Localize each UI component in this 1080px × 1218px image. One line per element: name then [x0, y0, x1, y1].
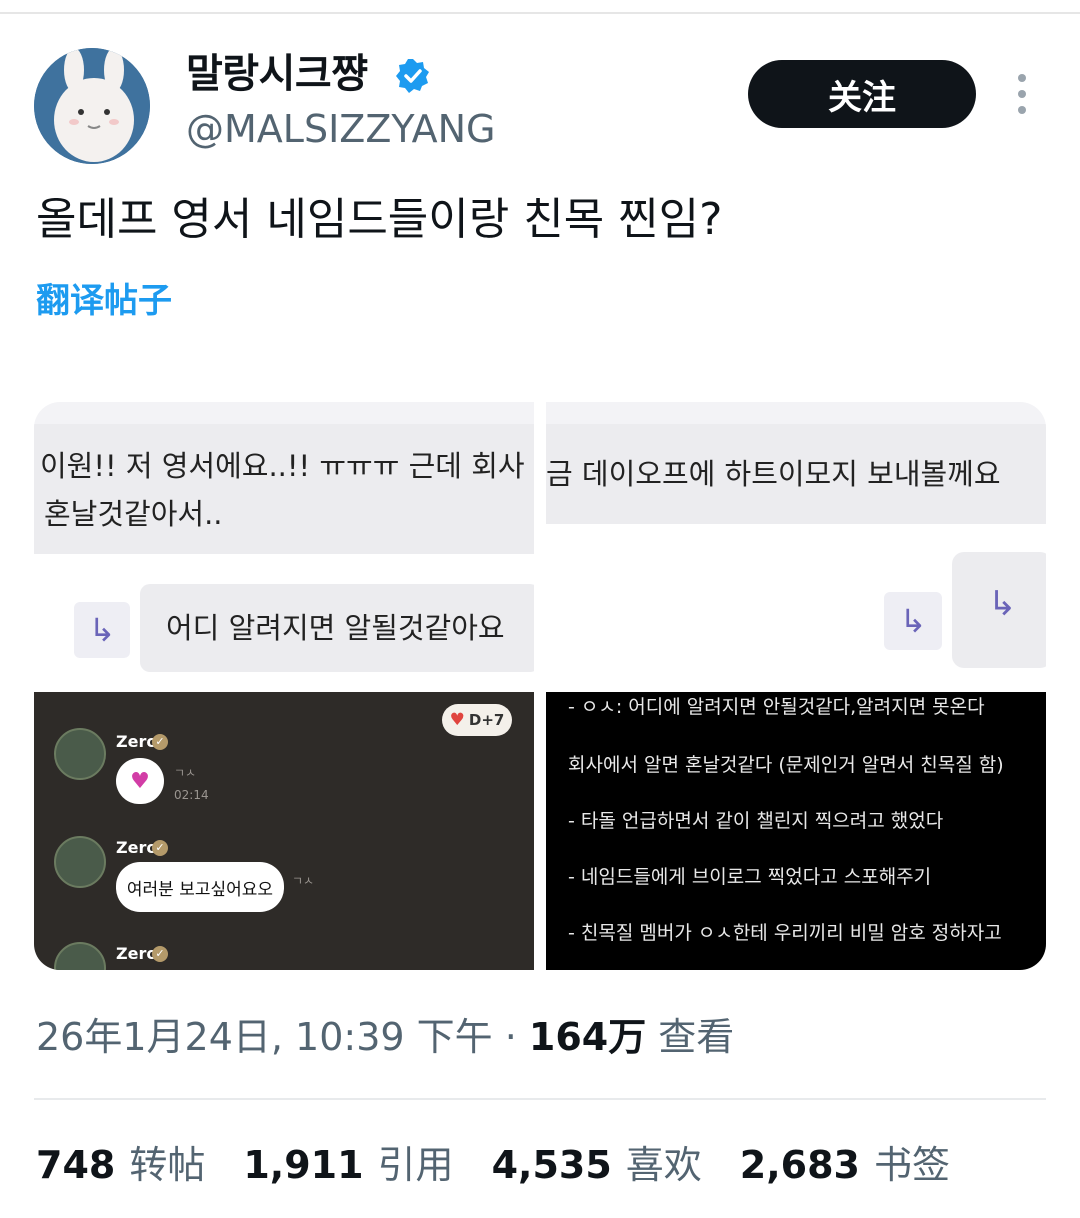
stat-likes[interactable]: 4,535 喜欢 — [492, 1140, 702, 1190]
media-image-1[interactable]: 이원!! 저 영서에요..!! ㅠㅠㅠ 근데 회사 혼날것같아서.. ↳ 어디 … — [34, 402, 534, 680]
stat-quotes[interactable]: 1,911 引用 — [243, 1140, 453, 1190]
chat-text: 이원!! 저 영서에요..!! ㅠㅠㅠ 근데 회사 — [40, 449, 525, 483]
author-avatar[interactable] — [34, 48, 150, 164]
sender-badge-icon: ✓ — [152, 840, 168, 856]
stat-label: 引用 — [377, 1143, 454, 1187]
media-image-2[interactable]: 금 데이오프에 하트이모지 보내볼께요 ↳ ↳ — [546, 402, 1046, 680]
heart-icon: ♥ — [449, 710, 465, 730]
views-count: 164万 — [528, 1015, 647, 1059]
sender-badge-icon: ✓ — [152, 734, 168, 750]
note-line: - 네임드들에게 브이로그 찍었다고 스포해주기 — [568, 866, 932, 888]
sender-avatar — [54, 728, 106, 780]
reply-bubble: 어디 알려지면 알될것같아요 — [140, 584, 534, 672]
purple-heart-icon: ♥ — [130, 768, 150, 794]
stat-number: 4,535 — [491, 1143, 612, 1187]
reply-arrow-icon: ↳ — [74, 602, 130, 658]
read-indicator: ㄱㅅ — [174, 766, 197, 780]
sender-badge-icon: ✓ — [152, 946, 168, 962]
stat-label: 书签 — [873, 1143, 950, 1187]
views-label: 查看 — [646, 1015, 735, 1059]
message-time: 02:14 — [174, 788, 209, 802]
author-handle[interactable]: @MALSIZZYANG — [186, 106, 495, 152]
author-name[interactable]: 말랑시크쨩 — [186, 50, 368, 98]
stat-label: 喜欢 — [625, 1143, 702, 1187]
message-bubble: ♥ — [116, 758, 164, 804]
chat-bubble: 이원!! 저 영서에요..!! ㅠㅠㅠ 근데 회사 혼날것같아서.. — [34, 424, 534, 554]
follow-button[interactable]: 关注 — [748, 60, 976, 128]
read-indicator: ㄱㅅ — [292, 874, 315, 888]
stats-divider — [34, 1098, 1046, 1100]
more-options-icon[interactable] — [1010, 74, 1034, 114]
sender-avatar — [54, 942, 106, 970]
stat-number: 748 — [36, 1143, 116, 1187]
engagement-stats: 748 转帖 1,911 引用 4,535 喜欢 2,683 书签 — [36, 1140, 988, 1190]
media-grid: 이원!! 저 영서에요..!! ㅠㅠㅠ 근데 회사 혼날것같아서.. ↳ 어디 … — [34, 402, 1046, 970]
d-day-badge: ♥ D+7 — [442, 704, 512, 736]
reply-text: 어디 알려지면 알될것같아요 — [166, 611, 505, 645]
translate-post-link[interactable]: 翻译帖子 — [36, 278, 172, 324]
sender-avatar — [54, 836, 106, 888]
media-image-4[interactable]: - ㅇㅅ: 어디에 알려지면 안될것같다,알려지면 못온다 회사에서 알면 혼날… — [546, 692, 1046, 970]
verified-badge-icon — [396, 59, 429, 93]
post-datetime[interactable]: 26年1月24日, 10:39 下午 — [36, 1015, 493, 1059]
stat-label: 转帖 — [129, 1143, 206, 1187]
stat-reposts[interactable]: 748 转帖 — [36, 1140, 205, 1190]
chat-text: 금 데이오프에 하트이모지 보내볼께요 — [546, 457, 1001, 491]
tweet-text: 올데프 영서 네임드들이랑 친목 찐임? — [36, 194, 723, 245]
top-divider — [0, 12, 1080, 14]
chat-bubble: 금 데이오프에 하트이모지 보내볼께요 — [546, 424, 1046, 524]
chat-text: 혼날것같아서.. — [44, 497, 223, 531]
meta-separator: · — [492, 1015, 529, 1059]
post-meta: 26年1月24日, 10:39 下午 · 164万 查看 — [36, 1012, 734, 1062]
note-line: - ㅇㅅ: 어디에 알려지면 안될것같다,알려지면 못온다 — [568, 696, 985, 718]
message-bubble: 여러분 보고싶어요오 — [116, 862, 284, 912]
reply-bubble: ↳ — [952, 552, 1046, 668]
media-image-3[interactable]: ♥ D+7 Zero ✓ ♥ ㄱㅅ 02:14 Zero ✓ 여러분 보고싶어요… — [34, 692, 534, 970]
reply-arrow-icon: ↳ — [884, 592, 942, 650]
note-line: - 타돌 언급하면서 같이 챌린지 찍으려고 했었다 — [568, 810, 944, 832]
reply-arrow-icon: ↳ — [988, 584, 1017, 624]
stat-number: 1,911 — [243, 1143, 364, 1187]
stat-bookmarks[interactable]: 2,683 书签 — [740, 1140, 950, 1190]
note-line: - 친목질 멤버가 ㅇㅅ한테 우리끼리 비밀 암호 정하자고 — [568, 922, 1002, 944]
stat-number: 2,683 — [739, 1143, 860, 1187]
note-line: 회사에서 알면 혼날것같다 (문제인거 알면서 친목질 함) — [568, 754, 1004, 776]
